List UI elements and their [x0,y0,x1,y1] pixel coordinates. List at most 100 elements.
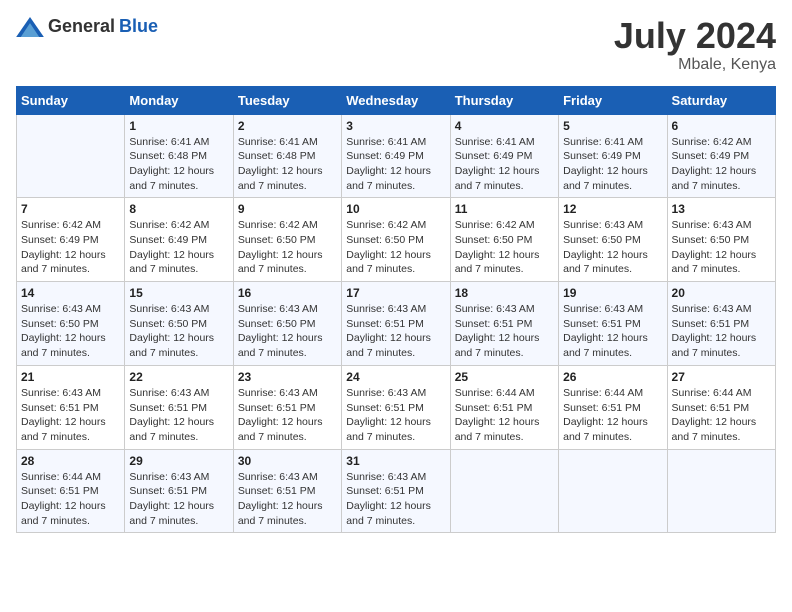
location-label: Mbale, Kenya [614,56,776,74]
logo: GeneralBlue [16,16,158,37]
day-number: 28 [21,454,120,468]
day-number: 10 [346,202,445,216]
calendar-cell [559,449,667,533]
calendar-cell: 23 Sunrise: 6:43 AM Sunset: 6:51 PM Dayli… [233,365,341,449]
calendar-cell: 14 Sunrise: 6:43 AM Sunset: 6:50 PM Dayli… [17,282,125,366]
calendar-header: SundayMondayTuesdayWednesdayThursdayFrid… [17,86,776,114]
day-number: 15 [129,286,228,300]
day-number: 12 [563,202,662,216]
day-number: 14 [21,286,120,300]
day-number: 19 [563,286,662,300]
day-number: 5 [563,119,662,133]
day-number: 8 [129,202,228,216]
header-day-monday: Monday [125,86,233,114]
day-number: 27 [672,370,771,384]
day-detail: Sunrise: 6:43 AM Sunset: 6:50 PM Dayligh… [21,302,120,361]
day-number: 4 [455,119,554,133]
header-day-wednesday: Wednesday [342,86,450,114]
day-detail: Sunrise: 6:43 AM Sunset: 6:51 PM Dayligh… [238,386,337,445]
calendar-cell [17,114,125,198]
day-detail: Sunrise: 6:43 AM Sunset: 6:51 PM Dayligh… [346,470,445,529]
calendar-cell: 25Sunrise: 6:44 AM Sunset: 6:51 PM Dayli… [450,365,558,449]
calendar-week-5: 28 Sunrise: 6:44 AM Sunset: 6:51 PM Dayli… [17,449,776,533]
header-day-thursday: Thursday [450,86,558,114]
calendar-cell: 31Sunrise: 6:43 AM Sunset: 6:51 PM Dayli… [342,449,450,533]
day-detail: Sunrise: 6:43 AM Sunset: 6:51 PM Dayligh… [346,386,445,445]
calendar-table: SundayMondayTuesdayWednesdayThursdayFrid… [16,86,776,534]
header-day-saturday: Saturday [667,86,775,114]
day-detail: Sunrise: 6:43 AM Sunset: 6:51 PM Dayligh… [672,302,771,361]
day-number: 26 [563,370,662,384]
day-detail: Sunrise: 6:43 AM Sunset: 6:51 PM Dayligh… [21,386,120,445]
day-detail: Sunrise: 6:43 AM Sunset: 6:50 PM Dayligh… [129,302,228,361]
day-detail: Sunrise: 6:43 AM Sunset: 6:51 PM Dayligh… [129,386,228,445]
calendar-cell: 29 Sunrise: 6:43 AM Sunset: 6:51 PM Dayli… [125,449,233,533]
day-detail: Sunrise: 6:44 AM Sunset: 6:51 PM Dayligh… [21,470,120,529]
calendar-cell: 27Sunrise: 6:44 AM Sunset: 6:51 PM Dayli… [667,365,775,449]
calendar-week-2: 7 Sunrise: 6:42 AM Sunset: 6:49 PM Daylig… [17,198,776,282]
day-number: 13 [672,202,771,216]
calendar-cell: 18Sunrise: 6:43 AM Sunset: 6:51 PM Dayli… [450,282,558,366]
day-detail: Sunrise: 6:41 AM Sunset: 6:49 PM Dayligh… [563,135,662,194]
calendar-cell: 12 Sunrise: 6:43 AM Sunset: 6:50 PM Dayli… [559,198,667,282]
calendar-cell: 11 Sunrise: 6:42 AM Sunset: 6:50 PM Dayli… [450,198,558,282]
day-number: 23 [238,370,337,384]
day-number: 17 [346,286,445,300]
day-detail: Sunrise: 6:42 AM Sunset: 6:49 PM Dayligh… [672,135,771,194]
day-detail: Sunrise: 6:42 AM Sunset: 6:50 PM Dayligh… [238,218,337,277]
day-number: 7 [21,202,120,216]
header-day-sunday: Sunday [17,86,125,114]
header-row: SundayMondayTuesdayWednesdayThursdayFrid… [17,86,776,114]
header-day-tuesday: Tuesday [233,86,341,114]
calendar-cell: 15 Sunrise: 6:43 AM Sunset: 6:50 PM Dayli… [125,282,233,366]
calendar-cell: 6 Sunrise: 6:42 AM Sunset: 6:49 PM Daylig… [667,114,775,198]
calendar-cell [450,449,558,533]
day-number: 1 [129,119,228,133]
day-number: 18 [455,286,554,300]
calendar-cell: 20 Sunrise: 6:43 AM Sunset: 6:51 PM Dayli… [667,282,775,366]
calendar-cell: 19 Sunrise: 6:43 AM Sunset: 6:51 PM Dayli… [559,282,667,366]
calendar-cell: 21 Sunrise: 6:43 AM Sunset: 6:51 PM Dayli… [17,365,125,449]
day-detail: Sunrise: 6:43 AM Sunset: 6:51 PM Dayligh… [238,470,337,529]
day-number: 11 [455,202,554,216]
day-number: 6 [672,119,771,133]
header-day-friday: Friday [559,86,667,114]
day-number: 24 [346,370,445,384]
calendar-cell: 17Sunrise: 6:43 AM Sunset: 6:51 PM Dayli… [342,282,450,366]
calendar-cell: 5 Sunrise: 6:41 AM Sunset: 6:49 PM Daylig… [559,114,667,198]
day-detail: Sunrise: 6:43 AM Sunset: 6:50 PM Dayligh… [672,218,771,277]
calendar-cell: 3Sunrise: 6:41 AM Sunset: 6:49 PM Daylig… [342,114,450,198]
calendar-cell: 13 Sunrise: 6:43 AM Sunset: 6:50 PM Dayli… [667,198,775,282]
logo-text-general: General [48,16,115,37]
calendar-cell: 7 Sunrise: 6:42 AM Sunset: 6:49 PM Daylig… [17,198,125,282]
calendar-cell: 24 Sunrise: 6:43 AM Sunset: 6:51 PM Dayli… [342,365,450,449]
calendar-cell: 9 Sunrise: 6:42 AM Sunset: 6:50 PM Daylig… [233,198,341,282]
day-detail: Sunrise: 6:43 AM Sunset: 6:51 PM Dayligh… [129,470,228,529]
calendar-body: 1 Sunrise: 6:41 AM Sunset: 6:48 PM Daylig… [17,114,776,533]
day-detail: Sunrise: 6:41 AM Sunset: 6:48 PM Dayligh… [238,135,337,194]
calendar-cell: 16Sunrise: 6:43 AM Sunset: 6:50 PM Dayli… [233,282,341,366]
day-detail: Sunrise: 6:43 AM Sunset: 6:50 PM Dayligh… [563,218,662,277]
calendar-cell: 10Sunrise: 6:42 AM Sunset: 6:50 PM Dayli… [342,198,450,282]
day-detail: Sunrise: 6:43 AM Sunset: 6:51 PM Dayligh… [563,302,662,361]
calendar-week-4: 21 Sunrise: 6:43 AM Sunset: 6:51 PM Dayli… [17,365,776,449]
logo-text-blue: Blue [119,16,158,37]
day-number: 9 [238,202,337,216]
page-header: GeneralBlue July 2024 Mbale, Kenya [16,16,776,74]
day-number: 3 [346,119,445,133]
day-detail: Sunrise: 6:42 AM Sunset: 6:49 PM Dayligh… [21,218,120,277]
calendar-cell: 26Sunrise: 6:44 AM Sunset: 6:51 PM Dayli… [559,365,667,449]
title-block: July 2024 Mbale, Kenya [614,16,776,74]
calendar-cell: 8Sunrise: 6:42 AM Sunset: 6:49 PM Daylig… [125,198,233,282]
calendar-cell [667,449,775,533]
day-number: 20 [672,286,771,300]
day-number: 30 [238,454,337,468]
day-number: 21 [21,370,120,384]
day-number: 2 [238,119,337,133]
day-number: 16 [238,286,337,300]
day-number: 22 [129,370,228,384]
day-detail: Sunrise: 6:41 AM Sunset: 6:48 PM Dayligh… [129,135,228,194]
day-detail: Sunrise: 6:42 AM Sunset: 6:50 PM Dayligh… [455,218,554,277]
day-detail: Sunrise: 6:41 AM Sunset: 6:49 PM Dayligh… [455,135,554,194]
day-number: 29 [129,454,228,468]
